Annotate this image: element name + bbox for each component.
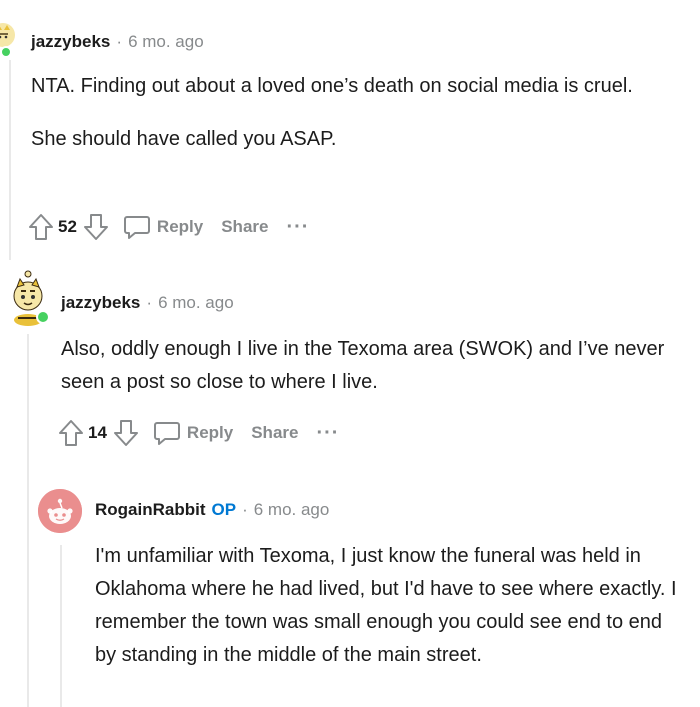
user-avatar[interactable] (38, 489, 82, 533)
username[interactable]: RogainRabbit (95, 500, 206, 520)
reply-button[interactable]: Reply (123, 214, 203, 240)
comment-paragraph: I'm unfamiliar with Texoma, I just know … (95, 545, 677, 666)
comment-actions: 52 Reply Share ··· (28, 211, 309, 243)
username[interactable]: jazzybeks (31, 32, 110, 52)
thread-line[interactable] (60, 545, 62, 707)
user-avatar[interactable] (8, 268, 50, 326)
comment-body: I'm unfamiliar with Texoma, I just know … (95, 540, 680, 672)
thread-line[interactable] (27, 334, 29, 707)
comment-body: NTA. Finding out about a loved one’s dea… (31, 70, 681, 156)
timestamp[interactable]: 6 mo. ago (158, 293, 234, 313)
thread-line[interactable] (9, 60, 11, 260)
more-options-button[interactable]: ··· (316, 423, 339, 443)
op-badge: OP (211, 500, 237, 519)
share-label: Share (251, 423, 299, 442)
reply-label: Reply (186, 423, 234, 442)
downvote-arrow-icon[interactable] (113, 419, 139, 447)
user-avatar[interactable] (0, 22, 16, 58)
separator: · (116, 32, 123, 51)
share-button[interactable]: Share (251, 423, 298, 443)
more-options-button[interactable]: ··· (286, 217, 309, 237)
vote-count: 14 (88, 423, 107, 442)
comment-meta: jazzybeks · 6 mo. ago (61, 293, 234, 313)
snoo-avatar-icon (38, 489, 82, 533)
downvote-arrow-icon[interactable] (83, 213, 109, 241)
comment-meta: jazzybeks · 6 mo. ago (31, 32, 204, 52)
reply-button[interactable]: Reply (153, 420, 233, 446)
online-status-icon (0, 46, 12, 58)
comment-paragraph: She should have called you ASAP. (31, 128, 337, 150)
comment-actions: 14 Reply Share ··· (58, 417, 339, 449)
timestamp[interactable]: 6 mo. ago (254, 500, 330, 520)
separator: · (146, 293, 153, 312)
speech-bubble-icon (153, 422, 180, 445)
comment-paragraph: Also, oddly enough I live in the Texoma … (61, 338, 665, 393)
speech-bubble-icon (123, 216, 150, 239)
vote-count: 52 (58, 217, 77, 236)
tiger-avatar-icon (0, 23, 15, 47)
reply-label: Reply (156, 217, 204, 236)
upvote-arrow-icon[interactable] (58, 419, 84, 447)
username[interactable]: jazzybeks (61, 293, 140, 313)
timestamp[interactable]: 6 mo. ago (128, 32, 204, 52)
comment-meta: RogainRabbit OP · 6 mo. ago (95, 500, 329, 520)
share-label: Share (221, 217, 269, 236)
separator: · (242, 500, 248, 519)
online-status-icon (36, 310, 50, 324)
share-button[interactable]: Share (221, 217, 268, 237)
comment-body: Also, oddly enough I live in the Texoma … (61, 333, 681, 399)
comment-paragraph: NTA. Finding out about a loved one’s dea… (31, 75, 633, 97)
upvote-arrow-icon[interactable] (28, 213, 54, 241)
